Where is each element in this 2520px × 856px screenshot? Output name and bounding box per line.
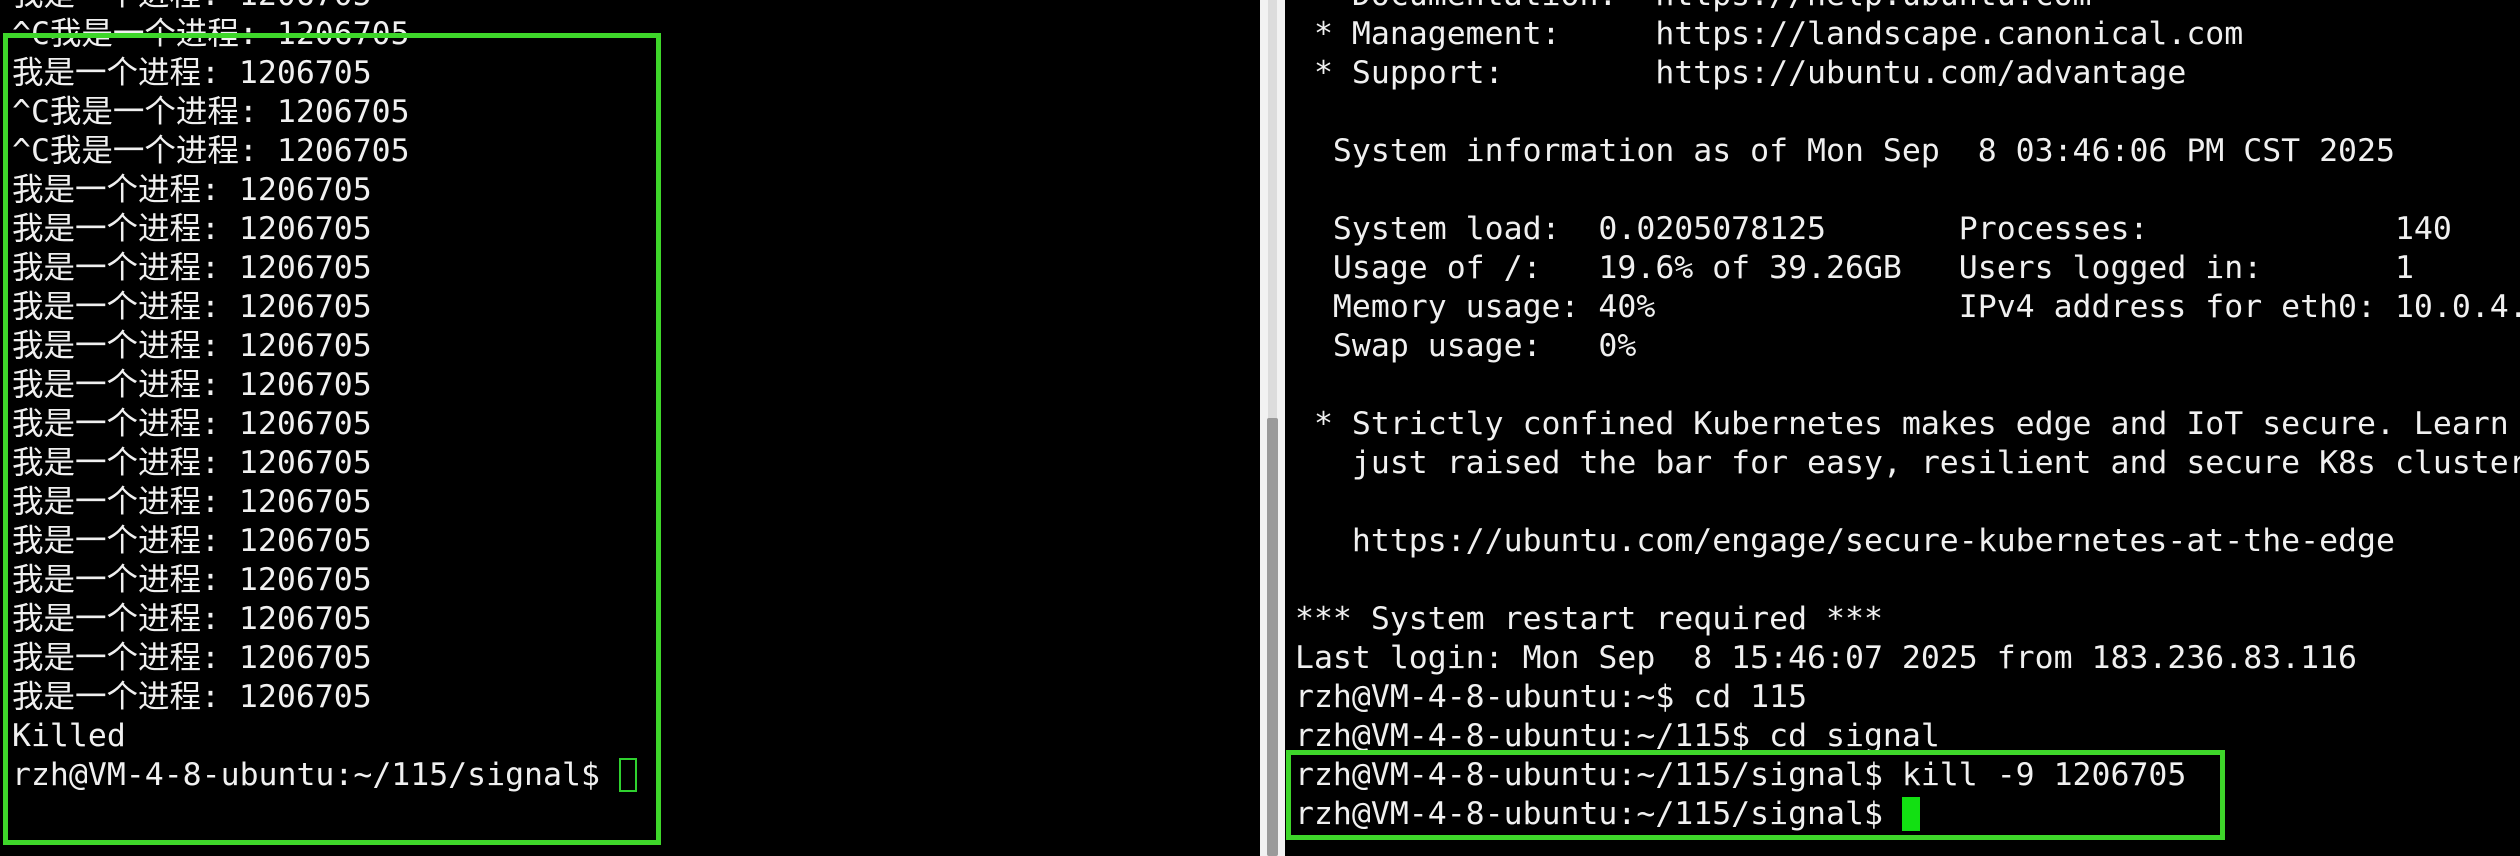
- right-highlight-box: [1286, 750, 2225, 840]
- terminal-line: * Documentation: https://help.ubuntu.com: [1295, 0, 2092, 15]
- terminal-line: * Management: https://landscape.canonica…: [1295, 16, 2244, 52]
- terminal-line: *** System restart required ***: [1295, 601, 1883, 637]
- terminal-line: * Strictly confined Kubernetes makes edg…: [1313, 406, 2509, 442]
- terminal-line: Swap usage: 0%: [1295, 328, 1637, 364]
- terminal-line: Last login: Mon Sep 8 15:46:07 2025 from…: [1295, 640, 2358, 676]
- terminal-line: just raised the bar for easy, resilient …: [1351, 445, 2520, 481]
- right-terminal-pane[interactable]: * Documentation: https://help.ubuntu.com…: [1285, 0, 2520, 856]
- terminal-line: rzh@VM-4-8-ubuntu:~$ cd 115: [1295, 679, 1808, 715]
- terminal-line: System information as of Mon Sep 8 03:46…: [1295, 133, 2395, 169]
- terminal-line: https://ubuntu.com/engage/secure-kuberne…: [1295, 523, 2395, 559]
- terminal-line: * Support: https://ubuntu.com/advantage: [1295, 55, 2187, 91]
- terminal-line: 我是一个进程: 1206705: [12, 0, 372, 15]
- terminal-line: System load: 0.0205078125 Processes: 140: [1295, 211, 2452, 247]
- left-highlight-box: [3, 33, 661, 845]
- terminal-line: Memory usage: 40% IPv4 address for eth0:…: [1295, 289, 2520, 325]
- scrollbar-thumb[interactable]: [1267, 418, 1278, 856]
- terminal-line: Usage of /: 19.6% of 39.26GB Users logge…: [1295, 250, 2414, 286]
